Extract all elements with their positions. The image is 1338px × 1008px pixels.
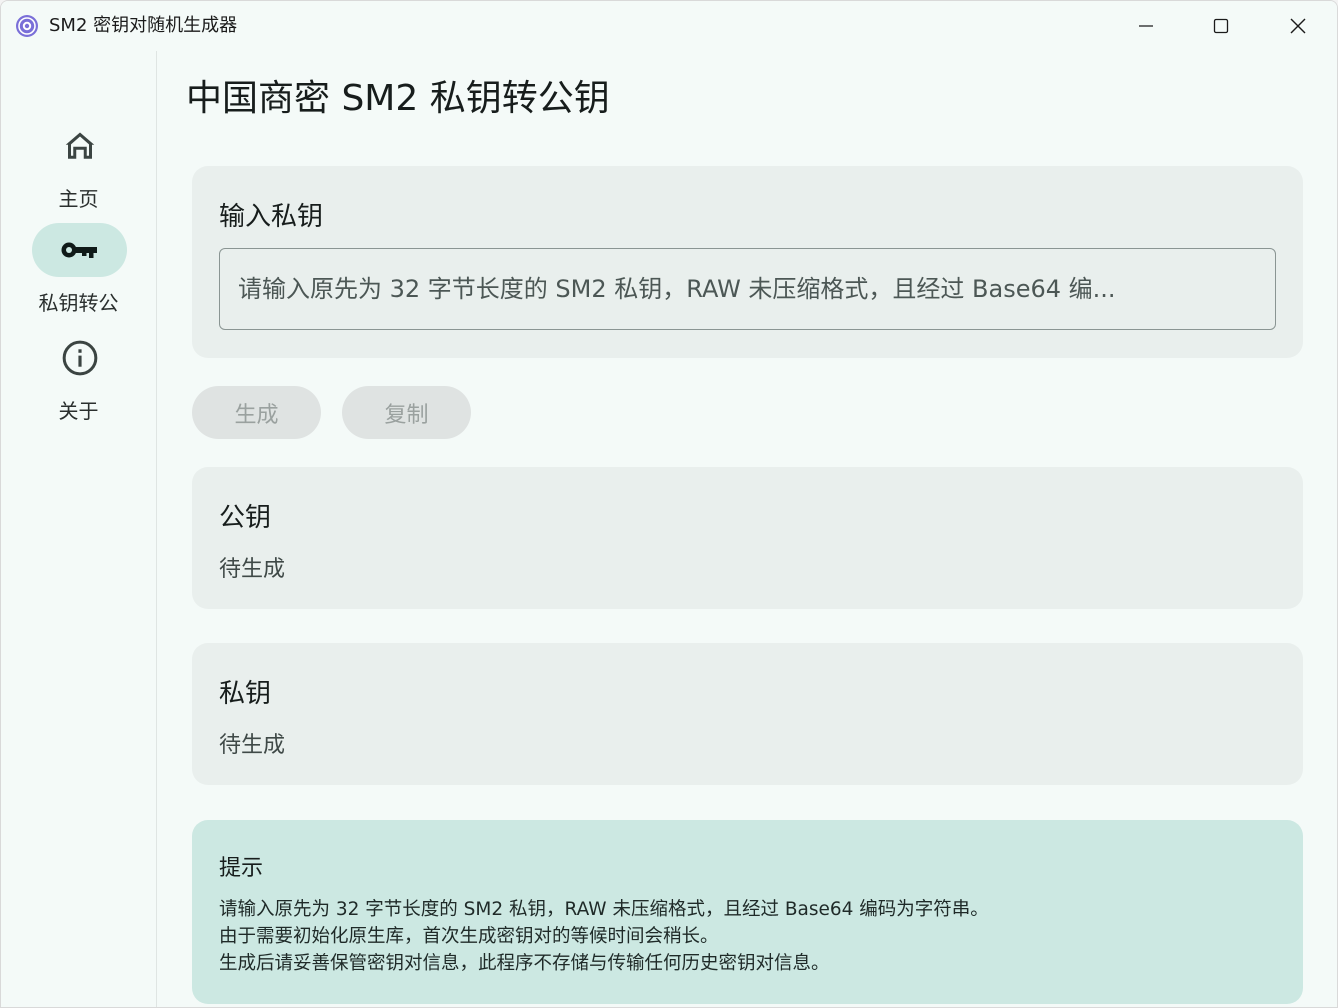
app-window: SM2 密钥对随机生成器 主页 私钥转公 关于 中国商密 SM2 私钥转公钥 输… [0,0,1338,1008]
page-title: 中国商密 SM2 私钥转公钥 [186,78,610,119]
title-bar[interactable]: SM2 密钥对随机生成器 [1,1,1337,51]
key-icon [61,242,97,258]
nav-pill-key-active [32,223,127,277]
tip-line: 请输入原先为 32 字节长度的 SM2 私钥，RAW 未压缩格式，且经过 Bas… [219,899,989,920]
maximize-icon [1213,18,1229,34]
home-icon [65,132,94,159]
input-card-label: 输入私钥 [219,202,324,232]
window-title: SM2 密钥对随机生成器 [49,15,238,36]
tip-line: 生成后请妥善保管密钥对信息，此程序不存储与传输任何历史密钥对信息。 [219,953,830,974]
private-key-input[interactable] [219,248,1276,330]
nav-item-about[interactable]: 关于 [1,331,156,431]
navigation-rail: 主页 私钥转公 关于 [1,51,157,1007]
private-key-card: 私钥 待生成 [192,643,1303,785]
nav-pill-about [32,331,127,385]
close-button[interactable] [1260,1,1336,51]
app-logo-icon [15,14,39,38]
nav-item-home[interactable]: 主页 [1,119,156,219]
generate-button[interactable]: 生成 [192,386,321,439]
close-icon [1290,18,1306,34]
tip-card: 提示 请输入原先为 32 字节长度的 SM2 私钥，RAW 未压缩格式，且经过 … [192,820,1303,1004]
minimize-button[interactable] [1108,1,1184,51]
tip-label: 提示 [219,856,264,881]
nav-pill-home [32,119,127,173]
tip-line: 由于需要初始化原生库，首次生成密钥对的等候时间会稍长。 [219,926,719,947]
public-key-label: 公钥 [219,503,272,533]
main-content: 中国商密 SM2 私钥转公钥 输入私钥 生成 复制 公钥 待生成 私钥 待生成 … [157,51,1337,1007]
nav-item-private-to-public[interactable]: 私钥转公 [1,223,156,323]
copy-button[interactable]: 复制 [342,386,471,439]
private-key-label: 私钥 [219,679,272,709]
nav-label-private-to-public: 私钥转公 [38,291,119,315]
public-key-card: 公钥 待生成 [192,467,1303,609]
minimize-icon [1139,25,1153,27]
private-key-value: 待生成 [219,733,286,758]
info-icon [62,340,97,376]
maximize-button[interactable] [1183,1,1259,51]
private-key-input-card: 输入私钥 [192,166,1303,358]
nav-label-home: 主页 [58,187,99,211]
public-key-value: 待生成 [219,557,286,582]
nav-label-about: 关于 [58,399,99,423]
